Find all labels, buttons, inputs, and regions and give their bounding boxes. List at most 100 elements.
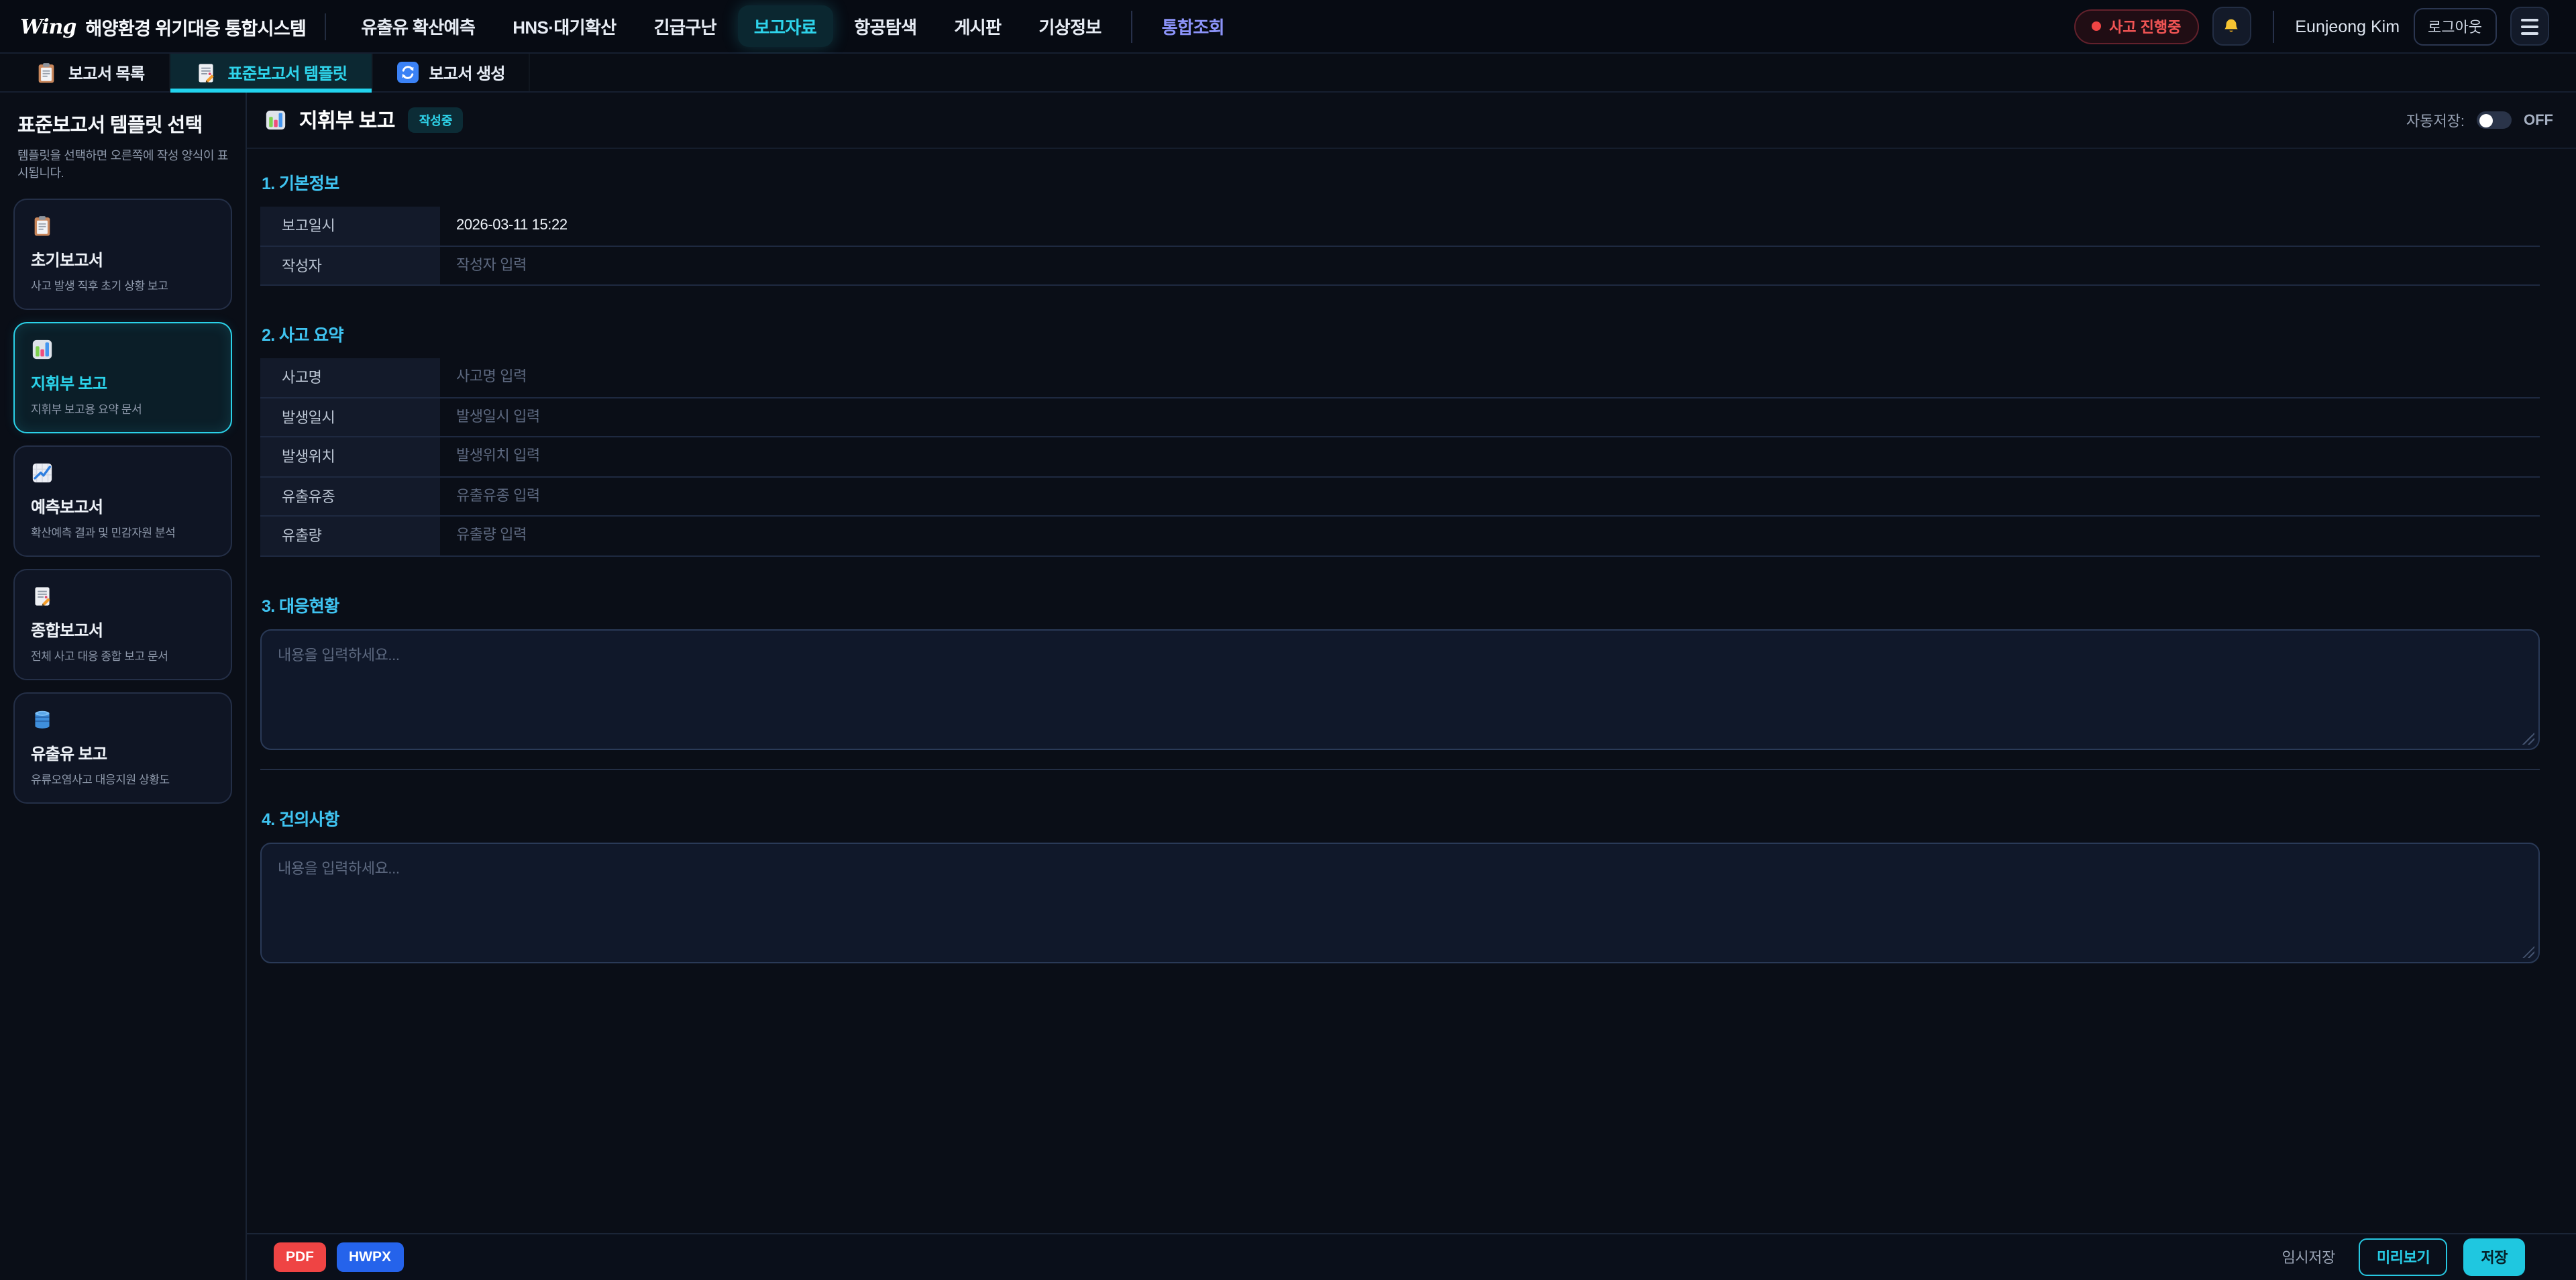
toggle-knob xyxy=(2479,113,2492,127)
template-sidebar: 표준보고서 템플릿 선택 템플릿을 선택하면 오른쪽에 작성 양식이 표시됩니다… xyxy=(0,93,247,1280)
export-button-group: PDF HWPX xyxy=(274,1242,403,1272)
tab-label: 보고서 목록 xyxy=(68,61,145,84)
template-card-desc: 유류오염사고 대응지원 상황도 xyxy=(31,771,215,788)
template-card[interactable]: 지휘부 보고 지휘부 보고용 요약 문서 xyxy=(13,322,232,433)
app-root: Wing 해양환경 위기대응 통합시스템 유출유 확산예측HNS·대기확산긴급구… xyxy=(0,0,2576,1280)
temp-save-button[interactable]: 임시저장 xyxy=(2274,1245,2343,1269)
template-card-desc: 전체 사고 대응 종합 보고 문서 xyxy=(31,648,215,664)
incident-dot-icon xyxy=(2092,21,2101,31)
nav-item[interactable]: HNS·대기확산 xyxy=(496,5,632,47)
hamburger-icon xyxy=(2521,18,2538,34)
field-input[interactable] xyxy=(456,370,2540,386)
clipboard-icon xyxy=(35,61,58,84)
nav-section-divider xyxy=(1131,10,1132,42)
export-pdf-button[interactable]: PDF xyxy=(274,1242,326,1272)
field-row: 사고명 xyxy=(260,358,2540,398)
footer-actions: 임시저장 미리보기 저장 xyxy=(2274,1238,2525,1276)
template-card-name: 종합보고서 xyxy=(31,619,215,641)
field-label: 보고일시 xyxy=(260,207,440,245)
field-row: 유출량 xyxy=(260,517,2540,556)
report-header: 지휘부 보고 작성중 자동저장: OFF xyxy=(247,93,2576,149)
template-card-desc: 사고 발생 직후 초기 상황 보고 xyxy=(31,278,215,294)
field-input[interactable] xyxy=(456,258,2540,274)
report-tabbar: 보고서 목록 표준보고서 템플릿 보고서 생성 xyxy=(0,54,2576,93)
field-input[interactable] xyxy=(456,449,2540,465)
nav-item[interactable]: 보고자료 xyxy=(738,5,833,47)
nav-item[interactable]: 긴급구난 xyxy=(638,5,733,47)
save-button[interactable]: 저장 xyxy=(2463,1238,2525,1276)
template-card-name: 초기보고서 xyxy=(31,248,215,271)
section-heading: 4. 건의사항 xyxy=(262,804,2540,830)
field-input[interactable] xyxy=(456,528,2540,544)
field-label: 발생위치 xyxy=(260,437,440,476)
template-card-name: 유출유 보고 xyxy=(31,742,215,765)
bar-chart-icon xyxy=(31,338,54,361)
template-card-name: 예측보고서 xyxy=(31,495,215,518)
field-input[interactable] xyxy=(456,409,2540,425)
section-textarea[interactable] xyxy=(260,629,2540,749)
form-section: 4. 건의사항 xyxy=(260,804,2540,963)
template-card[interactable]: 초기보고서 사고 발생 직후 초기 상황 보고 xyxy=(13,199,232,310)
chart-up-icon xyxy=(31,462,54,484)
field-input[interactable] xyxy=(456,218,2540,234)
field-row: 발생일시 xyxy=(260,398,2540,437)
report-form-panel: 지휘부 보고 작성중 자동저장: OFF 1. 기본정보 보고일시 작성자 2. xyxy=(247,93,2576,1280)
export-hwpx-button[interactable]: HWPX xyxy=(337,1242,403,1272)
textarea-wrap xyxy=(260,842,2540,963)
tab[interactable]: 보고서 목록 xyxy=(11,54,170,91)
form-section: 3. 대응현황 xyxy=(260,591,2540,749)
template-card[interactable]: 종합보고서 전체 사고 대응 종합 보고 문서 xyxy=(13,569,232,680)
user-name: Eunjeong Kim xyxy=(2295,17,2400,36)
field-label: 사고명 xyxy=(260,358,440,396)
nav-item[interactable]: 게시판 xyxy=(938,5,1017,47)
incident-status-badge[interactable]: 사고 진행중 xyxy=(2074,9,2198,44)
field-value-cell xyxy=(440,517,2540,555)
section-divider xyxy=(260,768,2540,769)
textarea-wrap xyxy=(260,629,2540,749)
status-badge: 작성중 xyxy=(409,107,464,133)
preview-button[interactable]: 미리보기 xyxy=(2359,1238,2447,1276)
template-card-name: 지휘부 보고 xyxy=(31,372,215,394)
section-heading: 2. 사고 요약 xyxy=(262,321,2540,346)
tab-label: 보고서 생성 xyxy=(429,61,505,84)
report-title: 지휘부 보고 xyxy=(299,106,395,134)
field-row: 작성자 xyxy=(260,246,2540,286)
field-table: 사고명 발생일시 발생위치 유출유종 유출량 xyxy=(260,358,2540,556)
resize-grip-icon[interactable] xyxy=(2522,945,2534,957)
tab[interactable]: 보고서 생성 xyxy=(372,54,531,91)
menu-button[interactable] xyxy=(2510,7,2549,46)
nav-item[interactable]: 통합조회 xyxy=(1146,5,1240,47)
bell-icon xyxy=(2222,17,2241,36)
field-input[interactable] xyxy=(456,488,2540,504)
field-label: 발생일시 xyxy=(260,398,440,436)
template-card[interactable]: 유출유 보고 유류오염사고 대응지원 상황도 xyxy=(13,692,232,804)
form-section: 2. 사고 요약 사고명 발생일시 발생위치 유출유종 유출량 xyxy=(260,321,2540,556)
field-value-cell xyxy=(440,477,2540,515)
logout-button[interactable]: 로그아웃 xyxy=(2413,7,2497,45)
autosave-toggle[interactable] xyxy=(2477,111,2512,129)
resize-grip-icon[interactable] xyxy=(2522,732,2534,744)
notifications-button[interactable] xyxy=(2212,7,2251,46)
memo-icon xyxy=(31,585,54,608)
report-form-body: 1. 기본정보 보고일시 작성자 2. 사고 요약 사고명 발생일시 발생위치 … xyxy=(247,149,2576,1233)
top-navbar: Wing 해양환경 위기대응 통합시스템 유출유 확산예측HNS·대기확산긴급구… xyxy=(0,0,2576,54)
nav-item[interactable]: 유출유 확산예측 xyxy=(345,5,491,47)
template-card-list: 초기보고서 사고 발생 직후 초기 상황 보고 지휘부 보고 지휘부 보고용 요… xyxy=(13,199,232,804)
form-section: 1. 기본정보 보고일시 작성자 xyxy=(260,169,2540,286)
nav-item[interactable]: 항공탐색 xyxy=(838,5,932,47)
body-row: 표준보고서 템플릿 선택 템플릿을 선택하면 오른쪽에 작성 양식이 표시됩니다… xyxy=(0,93,2576,1280)
form-footer: PDF HWPX 임시저장 미리보기 저장 xyxy=(247,1233,2576,1280)
field-value-cell xyxy=(440,398,2540,436)
nav-item[interactable]: 기상정보 xyxy=(1022,5,1117,47)
tab[interactable]: 표준보고서 템플릿 xyxy=(170,54,373,91)
nav-user-divider xyxy=(2272,10,2273,42)
section-textarea[interactable] xyxy=(260,842,2540,963)
app-title: 해양환경 위기대응 통합시스템 xyxy=(85,13,306,40)
memo-icon xyxy=(195,61,217,84)
app-logo[interactable]: Wing 해양환경 위기대응 통합시스템 xyxy=(20,13,306,40)
field-value-cell xyxy=(440,207,2540,245)
clipboard-icon xyxy=(31,215,54,237)
sidebar-subtitle: 템플릿을 선택하면 오른쪽에 작성 양식이 표시됩니다. xyxy=(17,146,228,181)
field-value-cell xyxy=(440,358,2540,396)
template-card[interactable]: 예측보고서 확산예측 결과 및 민감자원 분석 xyxy=(13,445,232,557)
